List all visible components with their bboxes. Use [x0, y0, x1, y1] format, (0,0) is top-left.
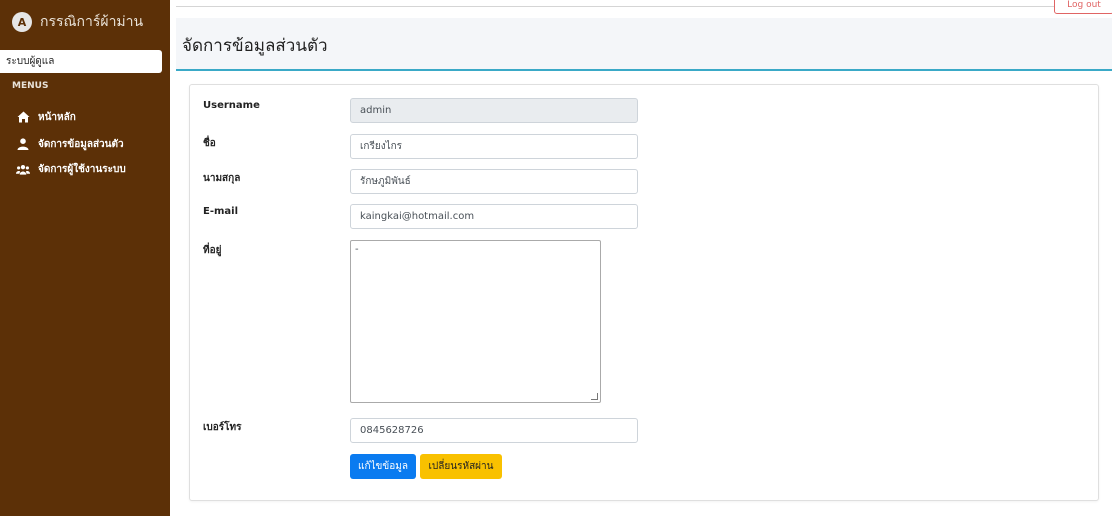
sidebar-item-users[interactable]: จัดการผู้ใช้งานระบบ [16, 160, 126, 178]
sidebar: A กรรณิการ์ผ้าม่าน ระบบผู้ดูแล MENUS หน้… [0, 0, 170, 516]
top-divider [176, 6, 1112, 7]
email-label: E-mail [203, 206, 239, 217]
user-icon [16, 137, 30, 151]
logout-button[interactable]: Log out [1054, 0, 1112, 14]
brand-name: กรรณิการ์ผ้าม่าน [40, 14, 144, 30]
users-icon [16, 162, 30, 176]
phone-label: เบอร์โทร [203, 422, 242, 433]
menus-heading: MENUS [12, 81, 49, 91]
address-textarea[interactable]: - [350, 240, 601, 403]
page-header: จัดการข้อมูลส่วนตัว [176, 18, 1112, 71]
edit-button[interactable]: แก้ไขข้อมูล [350, 454, 416, 479]
firstname-field[interactable]: เกรียงไกร [350, 134, 638, 159]
change-password-button[interactable]: เปลี่ยนรหัสผ่าน [420, 454, 502, 479]
profile-card [189, 84, 1099, 501]
address-value: - [355, 244, 359, 255]
firstname-label: ชื่อ [203, 138, 216, 149]
sidebar-item-label: จัดการข้อมูลส่วนตัว [38, 138, 124, 150]
user-role-panel[interactable]: ระบบผู้ดูแล [0, 50, 162, 73]
resize-handle[interactable] [591, 393, 598, 400]
page-title: จัดการข้อมูลส่วนตัว [182, 36, 328, 56]
sidebar-item-label: จัดการผู้ใช้งานระบบ [38, 163, 126, 175]
email-field[interactable]: kaingkai@hotmail.com [350, 204, 638, 229]
sidebar-item-home[interactable]: หน้าหลัก [16, 108, 76, 126]
lastname-field[interactable]: รักษภูมิพันธ์ [350, 169, 638, 194]
brand[interactable]: A กรรณิการ์ผ้าม่าน [12, 10, 143, 34]
phone-field[interactable]: 0845628726 [350, 418, 638, 443]
username-label: Username [203, 100, 260, 111]
username-field[interactable]: admin [350, 98, 638, 123]
sidebar-item-profile[interactable]: จัดการข้อมูลส่วนตัว [16, 135, 124, 153]
lastname-label: นามสกุล [203, 173, 241, 184]
sidebar-item-label: หน้าหลัก [38, 111, 76, 123]
home-icon [16, 110, 30, 124]
brand-logo: A [12, 12, 32, 32]
address-label: ที่อยู่ [203, 245, 222, 256]
